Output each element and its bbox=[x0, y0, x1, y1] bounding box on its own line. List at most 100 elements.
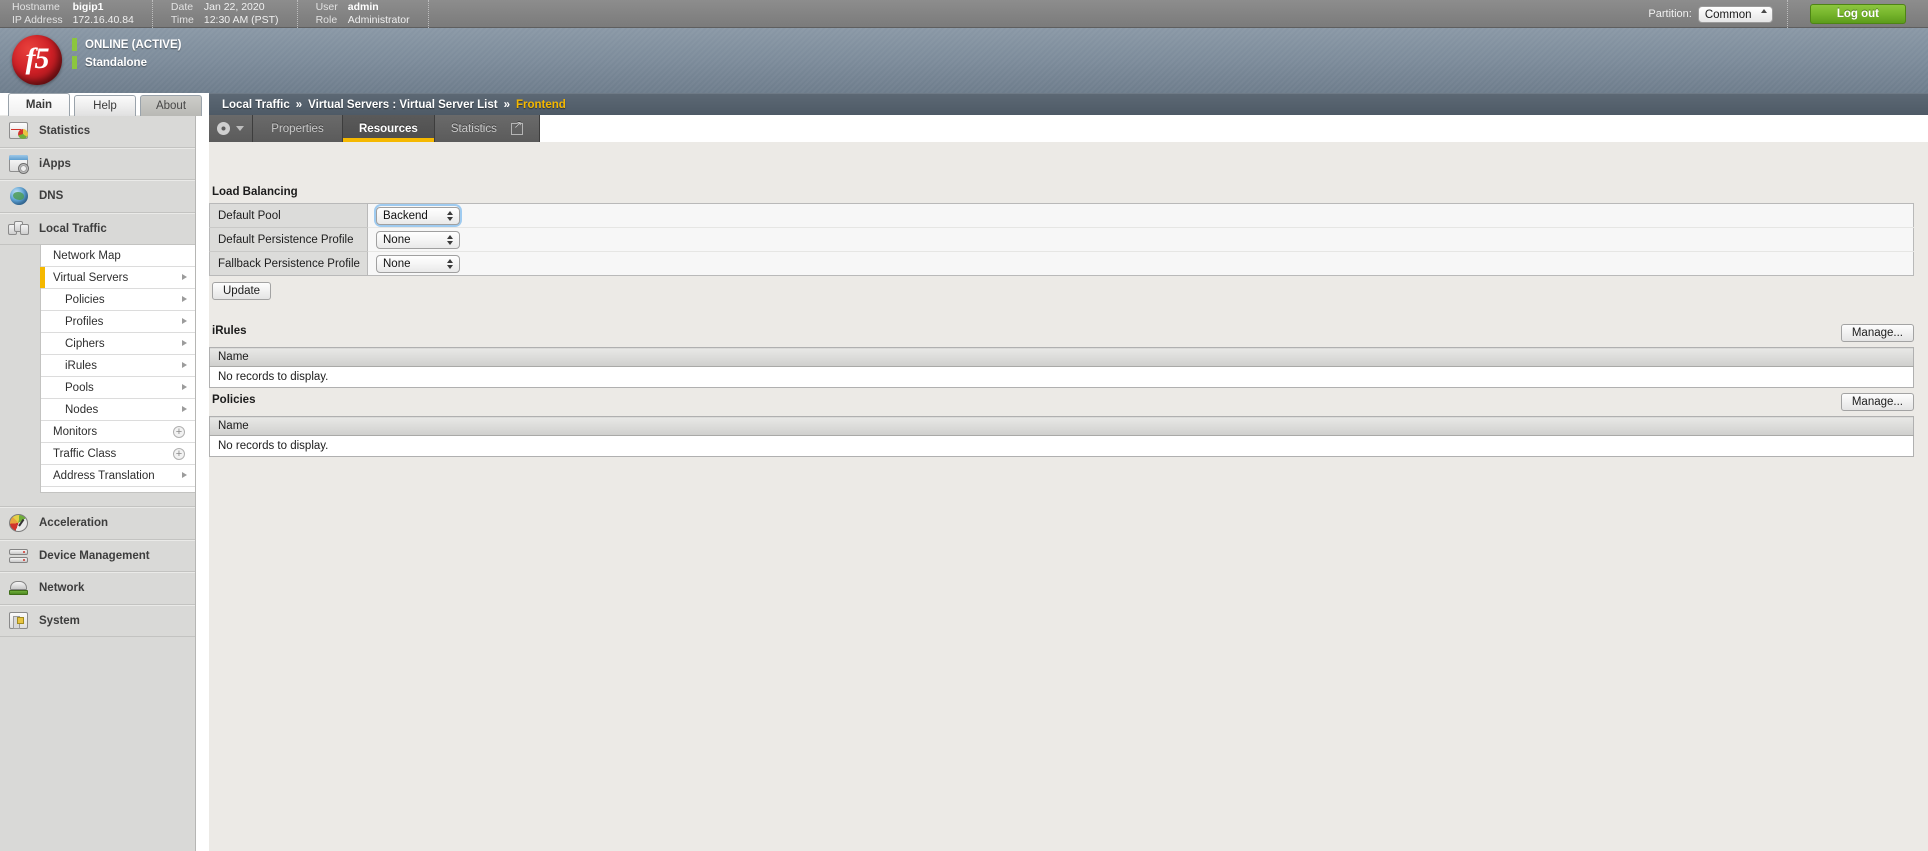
time-value: 12:30 AM (PST) bbox=[203, 13, 279, 26]
irules-header: iRules Manage... bbox=[209, 324, 1914, 342]
load-balancing-section: Load Balancing Default Pool Backend Defa… bbox=[209, 186, 1914, 300]
table-row: No records to display. bbox=[209, 366, 1914, 388]
hostname-label: Hostname bbox=[12, 0, 60, 13]
ip-address-value: 172.16.40.84 bbox=[72, 13, 134, 26]
policies-column-name[interactable]: Name bbox=[209, 416, 1914, 436]
date-label: Date bbox=[170, 0, 194, 13]
plus-icon[interactable]: + bbox=[173, 447, 185, 460]
status-row-secondary: Standalone bbox=[72, 55, 181, 70]
chevron-right-icon bbox=[182, 362, 187, 368]
default-persistence-profile-select[interactable]: None bbox=[376, 231, 460, 249]
submenu-item-virtual-servers[interactable]: Virtual Servers bbox=[40, 267, 195, 289]
policies-manage-button[interactable]: Manage... bbox=[1840, 393, 1914, 411]
submenu-item-irules[interactable]: iRules bbox=[41, 355, 195, 377]
time-label: Time bbox=[170, 13, 194, 26]
update-button[interactable]: Update bbox=[212, 282, 272, 300]
submenu-item-ciphers[interactable]: Ciphers bbox=[41, 333, 195, 355]
tab-settings-menu[interactable] bbox=[209, 115, 253, 142]
default-pool-select[interactable]: Backend bbox=[376, 207, 460, 225]
sidebar-item-label: Local Traffic bbox=[39, 222, 107, 235]
irules-table: Name No records to display. bbox=[209, 347, 1914, 388]
sidebar-item-iapps[interactable]: iApps bbox=[0, 147, 195, 180]
fallback-persistence-profile-label: Fallback Persistence Profile bbox=[209, 251, 368, 276]
default-persistence-dropdown-wrap[interactable]: None bbox=[376, 230, 460, 249]
submenu-item-profiles[interactable]: Profiles bbox=[41, 311, 195, 333]
chevron-right-icon bbox=[182, 296, 187, 302]
default-pool-dropdown-wrap[interactable]: Backend bbox=[376, 206, 460, 225]
sidebar-item-network[interactable]: Network bbox=[0, 572, 195, 605]
top-info-bar: Hostname IP Address bigip1 172.16.40.84 … bbox=[0, 0, 1928, 28]
submenu-item-policies[interactable]: Policies bbox=[41, 289, 195, 311]
table-row: Default Pool Backend bbox=[209, 203, 1914, 228]
submenu-item-label: Ciphers bbox=[65, 337, 105, 350]
tab-resources[interactable]: Resources bbox=[343, 115, 435, 142]
submenu-item-monitors[interactable]: Monitors + bbox=[41, 421, 195, 443]
tab-properties[interactable]: Properties bbox=[253, 115, 343, 142]
status-primary-text: ONLINE (ACTIVE) bbox=[85, 38, 182, 51]
resources-panel: Load Balancing Default Pool Backend Defa… bbox=[209, 142, 1928, 851]
plus-icon[interactable]: + bbox=[173, 425, 185, 438]
gear-icon bbox=[217, 122, 230, 135]
submenu-item-nodes[interactable]: Nodes bbox=[41, 399, 195, 421]
sidebar-item-label: Network bbox=[39, 582, 85, 595]
chevron-right-icon bbox=[182, 406, 187, 412]
sidebar-item-acceleration[interactable]: Acceleration bbox=[0, 507, 195, 540]
tab-statistics[interactable]: Statistics bbox=[434, 115, 540, 142]
sidebar-item-system[interactable]: System bbox=[0, 604, 195, 637]
main-tab-bar: Main Help About bbox=[8, 93, 206, 116]
sidebar-item-dns[interactable]: DNS bbox=[0, 180, 195, 213]
load-balancing-table: Default Pool Backend Default Persistence… bbox=[209, 203, 1914, 276]
sidebar-item-local-traffic[interactable]: Local Traffic bbox=[0, 212, 195, 245]
status-row-primary: ONLINE (ACTIVE) bbox=[72, 37, 181, 52]
submenu-item-address-translation[interactable]: Address Translation bbox=[41, 465, 195, 487]
sidebar-spacer bbox=[0, 493, 195, 507]
chevron-right-icon bbox=[182, 384, 187, 390]
irules-column-name[interactable]: Name bbox=[209, 347, 1914, 367]
local-traffic-icon bbox=[8, 219, 30, 239]
main-tab-main[interactable]: Main bbox=[8, 93, 70, 116]
device-status-block: ONLINE (ACTIVE) Standalone bbox=[72, 37, 181, 73]
breadcrumb-item-virtual-server-list[interactable]: Virtual Servers : Virtual Server List bbox=[308, 99, 497, 111]
submenu-item-pools[interactable]: Pools bbox=[41, 377, 195, 399]
sidebar-item-label: DNS bbox=[39, 190, 64, 203]
table-row: No records to display. bbox=[209, 435, 1914, 457]
sidebar-item-statistics[interactable]: Statistics bbox=[0, 115, 195, 148]
status-indicator-secondary-icon bbox=[72, 56, 77, 69]
breadcrumb-item-local-traffic[interactable]: Local Traffic bbox=[222, 99, 290, 111]
f5-logo-icon: f5 bbox=[12, 35, 62, 85]
main-tab-help[interactable]: Help bbox=[74, 95, 136, 116]
iapps-icon bbox=[8, 154, 30, 174]
load-balancing-title: Load Balancing bbox=[212, 186, 298, 198]
ip-address-label: IP Address bbox=[12, 13, 63, 26]
sidebar-item-label: Statistics bbox=[39, 125, 91, 138]
table-row: Default Persistence Profile None bbox=[209, 227, 1914, 252]
partition-dropdown-wrap[interactable]: Common bbox=[1697, 5, 1773, 23]
table-header-row: Name bbox=[209, 416, 1914, 436]
submenu-item-traffic-class[interactable]: Traffic Class + bbox=[41, 443, 195, 465]
fallback-persistence-profile-select[interactable]: None bbox=[376, 255, 460, 273]
irules-manage-button[interactable]: Manage... bbox=[1840, 324, 1914, 342]
tab-statistics-label: Statistics bbox=[450, 122, 497, 135]
partition-label: Partition: bbox=[1648, 8, 1692, 20]
policies-table: Name No records to display. bbox=[209, 416, 1914, 457]
sidebar-item-label: Device Management bbox=[39, 549, 150, 562]
submenu-item-label: Pools bbox=[65, 381, 94, 394]
role-label: Role bbox=[315, 13, 338, 26]
main-tab-about[interactable]: About bbox=[140, 95, 202, 116]
chevron-right-icon bbox=[182, 274, 187, 280]
submenu-item-network-map[interactable]: Network Map bbox=[41, 245, 195, 267]
logout-button[interactable]: Log out bbox=[1809, 4, 1906, 24]
submenu-item-label: Monitors bbox=[53, 425, 98, 438]
table-row: Fallback Persistence Profile None bbox=[209, 251, 1914, 276]
policies-empty-message: No records to display. bbox=[209, 435, 1914, 457]
irules-section: iRules Manage... Name No records to disp… bbox=[209, 324, 1914, 388]
fallback-persistence-dropdown-wrap[interactable]: None bbox=[376, 254, 460, 273]
policies-section: Policies Manage... Name No records to di… bbox=[209, 393, 1914, 457]
sidebar-item-device-management[interactable]: Device Management bbox=[0, 539, 195, 572]
submenu-item-label: Traffic Class bbox=[53, 447, 117, 460]
partition-selector[interactable]: Partition: Common bbox=[1634, 0, 1788, 28]
external-link-icon bbox=[510, 120, 524, 135]
partition-select[interactable]: Common bbox=[1697, 6, 1773, 23]
info-group-user: User Role admin Administrator bbox=[298, 0, 429, 28]
chevron-right-icon bbox=[182, 318, 187, 324]
